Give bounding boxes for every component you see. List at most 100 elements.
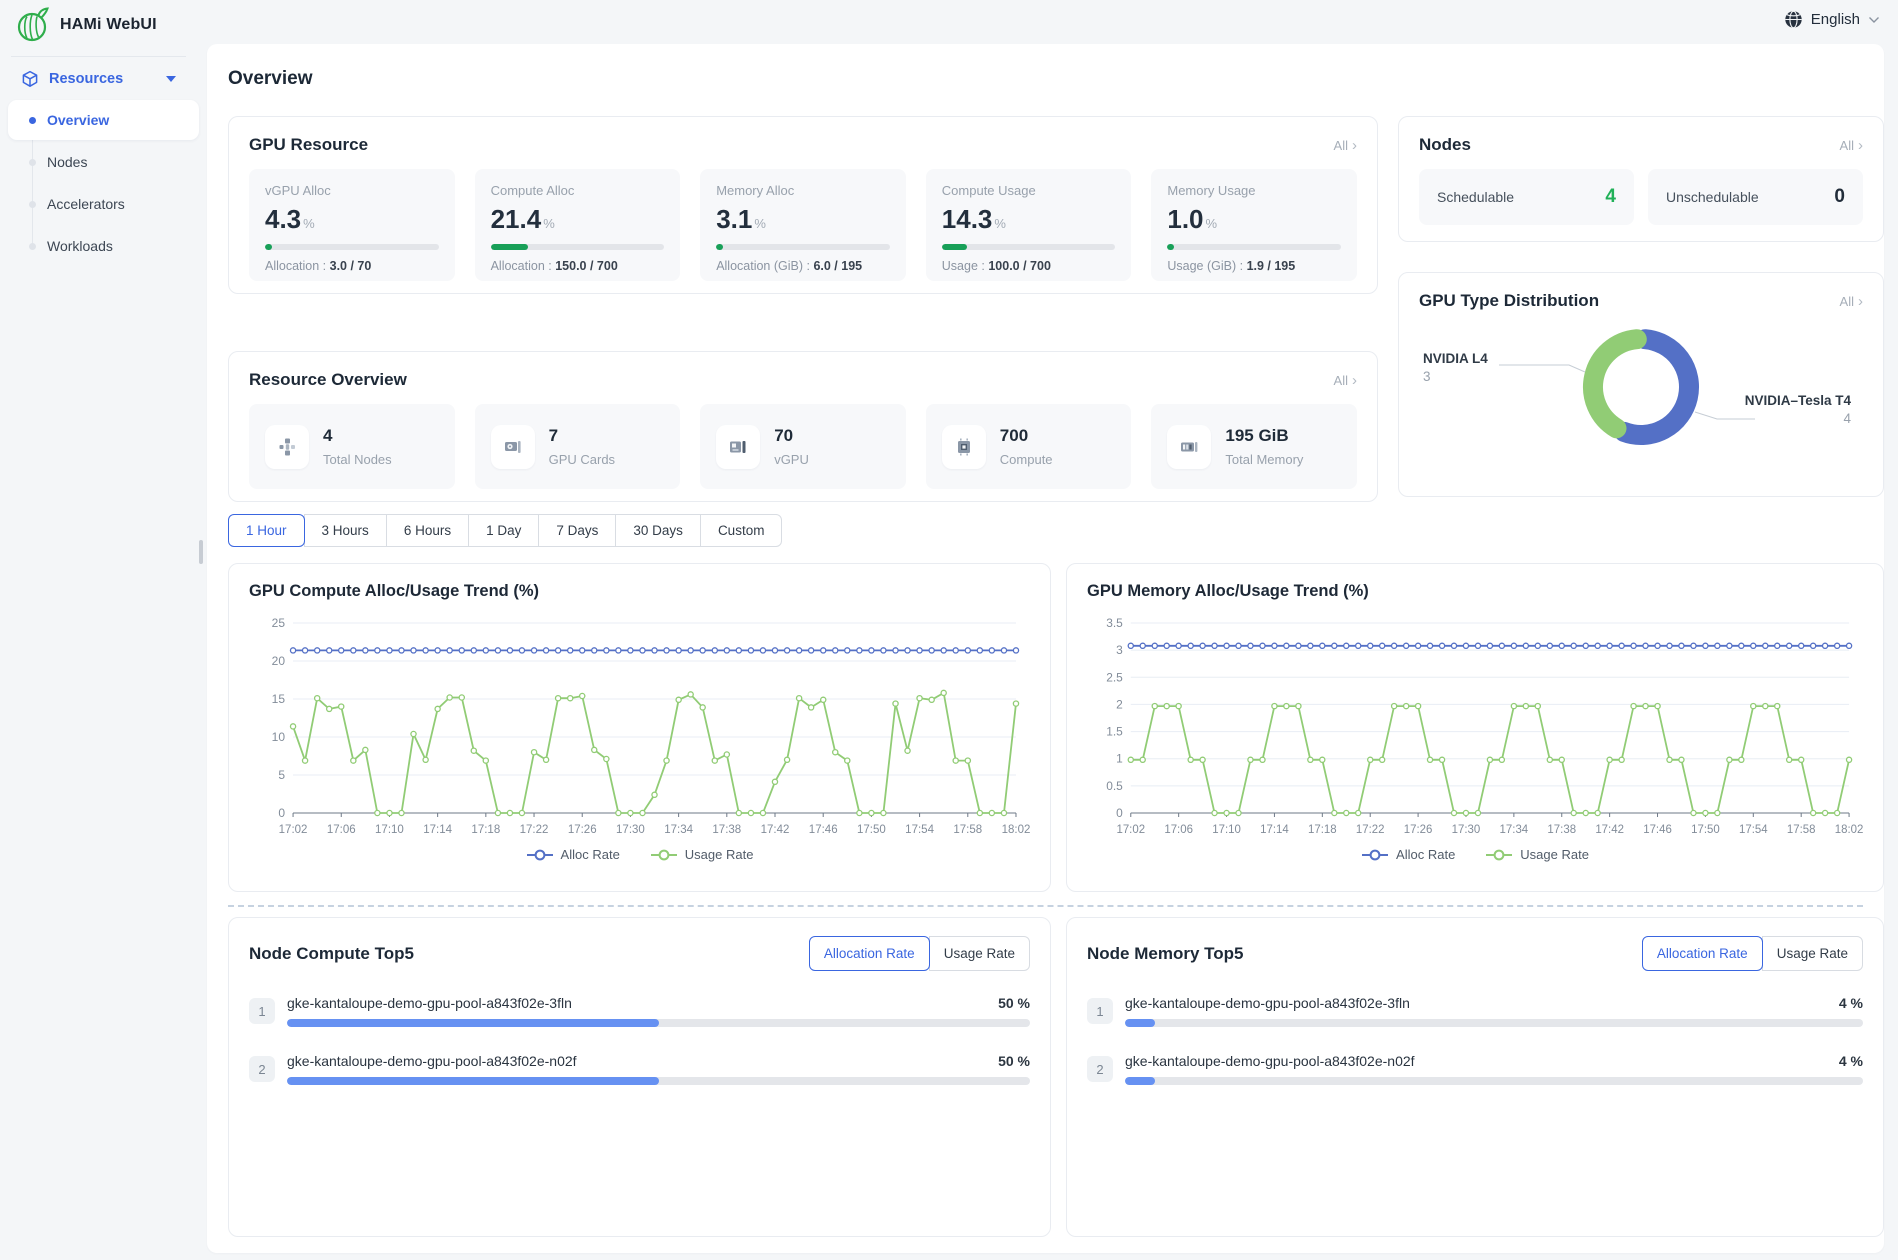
sidebar-item-label: Overview [47, 112, 109, 128]
ro-value: 70 [774, 426, 809, 446]
svg-text:25: 25 [272, 616, 286, 630]
resource-overview-all-link[interactable]: All › [1334, 373, 1357, 388]
stat-label: Memory Alloc [716, 183, 890, 198]
nodes-all-link[interactable]: All › [1840, 138, 1863, 153]
nodes-card: Nodes All › Schedulable 4 Unschedulable … [1398, 116, 1884, 242]
svg-text:17:50: 17:50 [857, 824, 886, 836]
legend-alloc-rate[interactable]: Alloc Rate [1361, 847, 1455, 862]
resource-overview-title: Resource Overview [249, 370, 407, 390]
svg-text:17:34: 17:34 [1500, 824, 1529, 836]
time-tab-1-day[interactable]: 1 Day [468, 514, 539, 547]
vgpu-icon [716, 425, 760, 469]
time-tab-custom[interactable]: Custom [700, 514, 783, 547]
stat-tile-compute-usage: Compute Usage 14.3% Usage : 100.0 / 700 [926, 169, 1132, 281]
table-row: 2 gke-kantaloupe-demo-gpu-pool-a843f02e-… [249, 1053, 1030, 1085]
ro-label: vGPU [774, 452, 809, 467]
time-tab-1-hour[interactable]: 1 Hour [228, 514, 305, 547]
progress-track [1167, 244, 1341, 250]
svg-text:17:26: 17:26 [1404, 824, 1433, 836]
legend-label: Alloc Rate [1396, 847, 1455, 862]
segment-value: 3 [1423, 369, 1488, 384]
cube-icon [21, 70, 39, 88]
node-percent: 4 % [1839, 995, 1863, 1011]
sidebar-item-label: Workloads [47, 238, 113, 254]
segment-value: 4 [1745, 411, 1851, 426]
compute-trend-title: GPU Compute Alloc/Usage Trend (%) [229, 564, 1050, 601]
sidebar-submenu: Overview Nodes Accelerators Workloads [0, 100, 207, 266]
sidebar-item-accelerators[interactable]: Accelerators [0, 184, 207, 224]
compute-trend-legend: Alloc Rate Usage Rate [229, 847, 1050, 862]
ro-value: 195 GiB [1225, 426, 1303, 446]
rank-badge: 2 [1087, 1056, 1113, 1082]
ro-label: Total Memory [1225, 452, 1303, 467]
svg-text:17:18: 17:18 [1308, 824, 1337, 836]
language-label: English [1811, 11, 1860, 28]
svg-text:17:10: 17:10 [375, 824, 404, 836]
rank-badge: 2 [249, 1056, 275, 1082]
svg-text:17:54: 17:54 [1739, 824, 1768, 836]
stat-tile-compute-alloc: Compute Alloc 21.4% Allocation : 150.0 /… [475, 169, 681, 281]
usage-rate-button[interactable]: Usage Rate [1762, 936, 1863, 971]
progress-fill [1167, 244, 1174, 250]
svg-text:17:06: 17:06 [327, 824, 356, 836]
sidebar-item-workloads[interactable]: Workloads [0, 226, 207, 266]
donut-label-nvidia-tesla-t4: NVIDIA–Tesla T4 4 [1745, 393, 1851, 426]
svg-text:17:38: 17:38 [712, 824, 741, 836]
sidebar-item-overview[interactable]: Overview [8, 100, 199, 140]
gpu-type-all-link[interactable]: All › [1840, 294, 1863, 309]
time-tab-7-days[interactable]: 7 Days [538, 514, 616, 547]
sidebar-item-label: Nodes [47, 154, 87, 170]
time-tab-6-hours[interactable]: 6 Hours [386, 514, 469, 547]
stat-label: Compute Usage [942, 183, 1116, 198]
svg-text:3.5: 3.5 [1106, 616, 1123, 630]
language-selector[interactable]: English [1784, 10, 1880, 29]
svg-text:0.5: 0.5 [1106, 779, 1123, 793]
gpu-resource-all-link[interactable]: All › [1334, 138, 1357, 153]
stat-tile-memory-alloc: Memory Alloc 3.1% Allocation (GiB) : 6.0… [700, 169, 906, 281]
stat-value: 21.4 [491, 204, 542, 234]
legend-usage-rate[interactable]: Usage Rate [650, 847, 754, 862]
stat-value: 3.1 [716, 204, 752, 234]
page-title: Overview [228, 68, 313, 90]
stat-value: 1.0 [1167, 204, 1203, 234]
allocation-rate-button[interactable]: Allocation Rate [1642, 936, 1763, 971]
stat-tile-memory-usage: Memory Usage 1.0% Usage (GiB) : 1.9 / 19… [1151, 169, 1357, 281]
sidebar-menu-resources[interactable]: Resources [11, 62, 186, 96]
time-tab-3-hours[interactable]: 3 Hours [304, 514, 387, 547]
svg-text:17:30: 17:30 [1452, 824, 1481, 836]
svg-text:17:54: 17:54 [905, 824, 934, 836]
legend-usage-rate[interactable]: Usage Rate [1485, 847, 1589, 862]
stat-footer-value: 100.0 / 700 [988, 259, 1051, 273]
caret-down-icon [166, 76, 176, 82]
table-row: 2 gke-kantaloupe-demo-gpu-pool-a843f02e-… [1087, 1053, 1863, 1085]
legend-alloc-rate[interactable]: Alloc Rate [526, 847, 620, 862]
svg-text:17:14: 17:14 [423, 824, 452, 836]
all-label: All [1334, 138, 1348, 153]
svg-text:17:58: 17:58 [953, 824, 982, 836]
sidebar-item-nodes[interactable]: Nodes [0, 142, 207, 182]
total-nodes-icon [265, 425, 309, 469]
rank-badge: 1 [1087, 998, 1113, 1024]
allocation-rate-button[interactable]: Allocation Rate [809, 936, 930, 971]
gpu-type-distribution-card: GPU Type Distribution All › NVIDIA L4 3 … [1398, 272, 1884, 497]
svg-text:2: 2 [1116, 697, 1123, 711]
stat-footer-value: 1.9 / 195 [1247, 259, 1296, 273]
time-tab-30-days[interactable]: 30 Days [615, 514, 701, 547]
sidebar-collapse-handle[interactable] [199, 540, 203, 564]
progress-track [287, 1019, 1030, 1027]
stat-tile-vgpu-alloc: vGPU Alloc 4.3% Allocation : 3.0 / 70 [249, 169, 455, 281]
svg-text:17:42: 17:42 [761, 824, 790, 836]
usage-rate-button[interactable]: Usage Rate [929, 936, 1030, 971]
svg-text:17:06: 17:06 [1164, 824, 1193, 836]
node-percent: 50 % [998, 1053, 1030, 1069]
progress-fill [265, 244, 272, 250]
svg-text:17:50: 17:50 [1691, 824, 1720, 836]
svg-text:20: 20 [272, 654, 286, 668]
node-compute-top5-card: Node Compute Top5 Allocation Rate Usage … [228, 917, 1051, 1237]
memory-trend-chart: 00.511.522.533.517:0217:0617:1017:1417:1… [1087, 609, 1863, 849]
svg-text:0: 0 [1116, 806, 1123, 820]
table-row: 1 gke-kantaloupe-demo-gpu-pool-a843f02e-… [249, 995, 1030, 1027]
stat-footer-label: Usage (GiB) : [1167, 259, 1246, 273]
chevron-down-icon [1868, 16, 1880, 24]
resource-overview-card: Resource Overview All › 4 Total Nodes [228, 351, 1378, 502]
